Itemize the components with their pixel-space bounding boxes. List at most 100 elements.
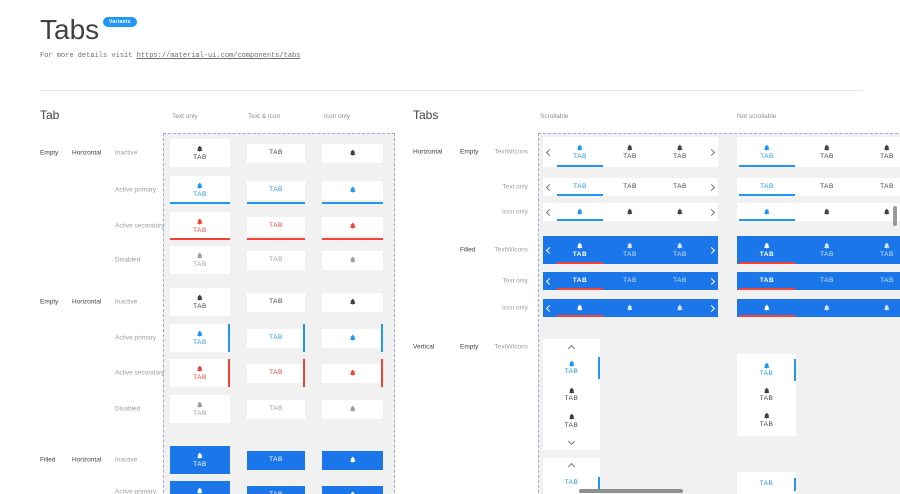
tab-icon[interactable] xyxy=(322,217,383,236)
tab-text-icon[interactable]: TAB xyxy=(170,481,230,494)
material-ui-link[interactable]: https://material-ui.com/components/tabs xyxy=(137,52,301,60)
tab[interactable] xyxy=(797,299,857,317)
scroll-left-button[interactable] xyxy=(543,137,555,167)
tab[interactable]: TAB xyxy=(797,272,857,290)
tab-label: TAB xyxy=(269,187,283,194)
tab-text[interactable]: TAB xyxy=(247,217,305,236)
tab[interactable] xyxy=(655,299,705,317)
bell-icon xyxy=(196,452,204,460)
tab-text-icon[interactable]: TAB xyxy=(170,359,230,387)
scroll-right-button[interactable] xyxy=(705,137,717,167)
tab[interactable]: TAB xyxy=(655,236,705,264)
tab-text-icon[interactable]: TAB xyxy=(170,212,230,240)
tab[interactable]: TAB xyxy=(737,409,796,431)
tab-icon[interactable] xyxy=(322,293,383,312)
scroll-up-button[interactable] xyxy=(569,344,574,352)
tab-icon[interactable] xyxy=(322,486,383,494)
tab-icon[interactable] xyxy=(322,144,383,163)
tab[interactable] xyxy=(857,299,900,317)
tab-active[interactable]: TAB xyxy=(555,137,605,167)
tab-text[interactable]: TAB xyxy=(247,400,305,419)
tab-icon[interactable] xyxy=(322,451,383,470)
scroll-right-button[interactable] xyxy=(705,299,717,317)
tab-text[interactable]: TAB xyxy=(247,293,305,312)
tab-active[interactable] xyxy=(555,299,605,317)
tab[interactable]: TAB xyxy=(857,272,900,290)
tab-active[interactable]: TAB xyxy=(555,236,605,264)
tab[interactable] xyxy=(605,203,655,221)
tab-active[interactable]: TAB xyxy=(737,359,796,381)
tab[interactable]: TAB xyxy=(857,236,900,264)
tab[interactable]: TAB xyxy=(737,384,796,406)
tab-active[interactable] xyxy=(737,299,797,317)
tab[interactable] xyxy=(605,299,655,317)
tab-text[interactable]: TAB xyxy=(247,451,305,470)
tab-text[interactable]: TAB xyxy=(247,251,305,270)
tab[interactable]: TAB xyxy=(543,410,600,432)
scroll-down-button[interactable] xyxy=(569,437,574,445)
tab[interactable]: TAB xyxy=(655,137,705,167)
tab[interactable]: TAB xyxy=(605,137,655,167)
tab[interactable]: TAB xyxy=(857,178,900,196)
scroll-left-button[interactable] xyxy=(543,236,555,264)
horizontal-scrollbar[interactable] xyxy=(579,489,683,493)
tab-active[interactable]: TAB xyxy=(737,236,797,264)
tab[interactable]: TAB xyxy=(655,272,705,290)
tab-active[interactable] xyxy=(555,203,605,221)
tab-text-icon[interactable]: TAB xyxy=(170,139,230,167)
tab-icon[interactable] xyxy=(322,181,383,200)
tab[interactable]: TAB xyxy=(857,137,900,167)
tab-text[interactable]: TAB xyxy=(247,364,305,383)
bell-icon xyxy=(349,456,357,464)
tab-icon[interactable] xyxy=(322,251,383,270)
tab-text-icon[interactable]: TAB xyxy=(170,246,230,274)
bell-icon xyxy=(626,242,634,250)
tab[interactable]: TAB xyxy=(655,178,705,196)
tab[interactable]: TAB xyxy=(797,178,857,196)
tab-text[interactable]: TAB xyxy=(247,181,305,200)
tab-icon[interactable] xyxy=(322,364,383,383)
scroll-right-button[interactable] xyxy=(705,178,717,196)
scroll-left-button[interactable] xyxy=(543,178,555,196)
tab-active[interactable] xyxy=(737,203,797,221)
tab[interactable]: TAB xyxy=(797,137,857,167)
tab-text[interactable]: TAB xyxy=(247,329,305,348)
tab[interactable] xyxy=(797,203,857,221)
group-orientation-label: Horizontal xyxy=(413,149,442,156)
bell-icon xyxy=(349,149,357,157)
scroll-right-button[interactable] xyxy=(705,236,717,264)
tab-active[interactable]: TAB xyxy=(737,478,796,491)
tab[interactable]: TAB xyxy=(605,272,655,290)
tab-icon[interactable] xyxy=(322,329,383,348)
tab-label: TAB xyxy=(623,252,637,259)
tab-active[interactable]: TAB xyxy=(555,272,605,290)
tab-text-icon[interactable]: TAB xyxy=(170,288,230,316)
tab-active[interactable]: TAB xyxy=(737,178,797,196)
scroll-left-button[interactable] xyxy=(543,272,555,290)
tab-active[interactable]: TAB xyxy=(543,357,600,379)
tab-text-icon[interactable]: TAB xyxy=(170,446,230,474)
tab[interactable]: TAB xyxy=(605,178,655,196)
tab[interactable]: TAB xyxy=(605,236,655,264)
tab-icon[interactable] xyxy=(322,400,383,419)
scroll-left-button[interactable] xyxy=(543,299,555,317)
tab-active[interactable]: TAB xyxy=(555,178,605,196)
bell-icon xyxy=(823,144,831,152)
tab-active[interactable]: TAB xyxy=(737,272,797,290)
scroll-left-button[interactable] xyxy=(543,203,555,221)
vertical-scrollbar[interactable] xyxy=(893,206,897,226)
variant-label: TextWIcons xyxy=(455,149,528,156)
scroll-right-button[interactable] xyxy=(705,272,717,290)
scroll-up-button[interactable] xyxy=(569,462,574,470)
tab-text[interactable]: TAB xyxy=(247,486,305,494)
tab-active[interactable]: TAB xyxy=(737,137,797,167)
tab[interactable]: TAB xyxy=(543,384,600,406)
tab-text-icon[interactable]: TAB xyxy=(170,176,230,204)
tab-text-icon[interactable]: TAB xyxy=(170,395,230,423)
tab-text-icon[interactable]: TAB xyxy=(170,324,230,352)
tab-text[interactable]: TAB xyxy=(247,144,305,163)
tab[interactable]: TAB xyxy=(797,236,857,264)
tab-active[interactable]: TAB xyxy=(543,477,600,490)
scroll-right-button[interactable] xyxy=(705,203,717,221)
tab[interactable] xyxy=(655,203,705,221)
